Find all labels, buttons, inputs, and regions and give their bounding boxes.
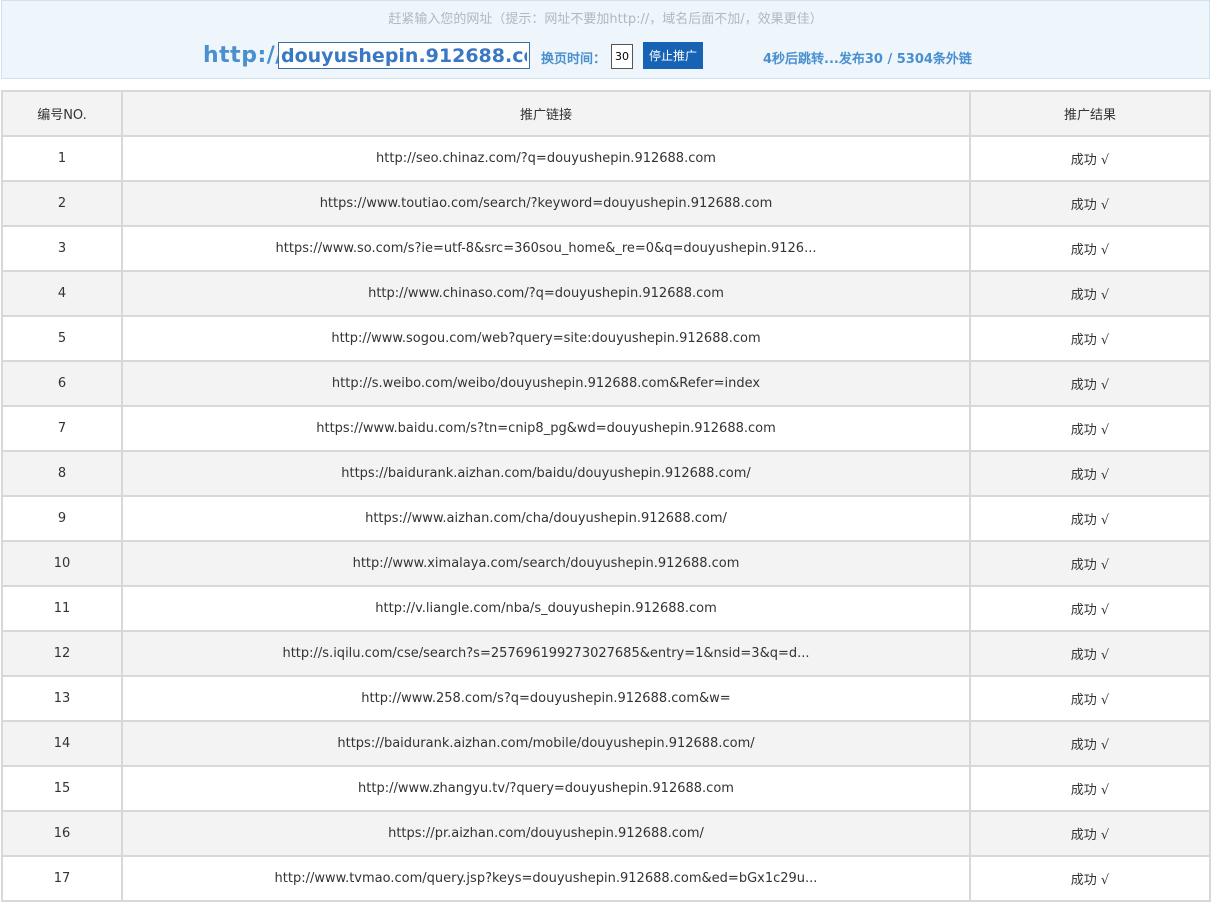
table-row: 10 http://www.ximalaya.com/search/douyush… — [1, 540, 1211, 587]
row-number-cell: 9 — [1, 495, 123, 542]
promotion-link-cell: https://baidurank.aizhan.com/mobile/douy… — [121, 720, 971, 767]
row-number-cell: 5 — [1, 315, 123, 362]
promotion-link-cell: https://pr.aizhan.com/douyushepin.912688… — [121, 810, 971, 857]
promotion-result-cell: 成功 √ — [969, 315, 1211, 362]
promotion-result-cell: 成功 √ — [969, 495, 1211, 542]
row-number-cell: 8 — [1, 450, 123, 497]
promotion-result-cell: 成功 √ — [969, 225, 1211, 272]
table-row: 15 http://www.zhangyu.tv/?query=douyushep… — [1, 765, 1211, 812]
promotion-result-cell: 成功 √ — [969, 405, 1211, 452]
row-number-cell: 12 — [1, 630, 123, 677]
table-row: 5 http://www.sogou.com/web?query=site:dou… — [1, 315, 1211, 362]
promotion-link-cell: http://www.chinaso.com/?q=douyushepin.91… — [121, 270, 971, 317]
promotion-result-cell: 成功 √ — [969, 540, 1211, 587]
row-number-cell: 11 — [1, 585, 123, 632]
promotion-link-cell: http://www.258.com/s?q=douyushepin.91268… — [121, 675, 971, 722]
row-number-cell: 16 — [1, 810, 123, 857]
column-header-result: 推广结果 — [969, 90, 1211, 137]
promotion-link-cell: https://www.toutiao.com/search/?keyword=… — [121, 180, 971, 227]
promotion-link-cell: https://baidurank.aizhan.com/baidu/douyu… — [121, 450, 971, 497]
header-panel: 赶紧输入您的网址（提示：网址不要加http://，域名后面不加/，效果更佳） h… — [1, 0, 1210, 79]
column-header-link: 推广链接 — [121, 90, 971, 137]
table-row: 14 https://baidurank.aizhan.com/mobile/do… — [1, 720, 1211, 767]
row-number-cell: 1 — [1, 135, 123, 182]
promotion-link-cell: http://www.ximalaya.com/search/douyushep… — [121, 540, 971, 587]
row-number-cell: 4 — [1, 270, 123, 317]
row-number-cell: 10 — [1, 540, 123, 587]
row-number-cell: 15 — [1, 765, 123, 812]
row-number-cell: 13 — [1, 675, 123, 722]
promotion-link-cell: https://www.so.com/s?ie=utf-8&src=360sou… — [121, 225, 971, 272]
row-number-cell: 2 — [1, 180, 123, 227]
promotion-result-cell: 成功 √ — [969, 630, 1211, 677]
promotion-link-cell: https://www.baidu.com/s?tn=cnip8_pg&wd=d… — [121, 405, 971, 452]
table-row: 3 https://www.so.com/s?ie=utf-8&src=360so… — [1, 225, 1211, 272]
table-row: 12 http://s.iqilu.com/cse/search?s=257696… — [1, 630, 1211, 677]
row-number-cell: 14 — [1, 720, 123, 767]
table-row: 7 https://www.baidu.com/s?tn=cnip8_pg&wd=… — [1, 405, 1211, 452]
promotion-link-cell: http://seo.chinaz.com/?q=douyushepin.912… — [121, 135, 971, 182]
promotion-result-cell: 成功 √ — [969, 270, 1211, 317]
promotion-link-cell: http://s.iqilu.com/cse/search?s=25769619… — [121, 630, 971, 677]
table-row: 4 http://www.chinaso.com/?q=douyushepin.9… — [1, 270, 1211, 317]
promotion-result-cell: 成功 √ — [969, 675, 1211, 722]
table-row: 9 https://www.aizhan.com/cha/douyushepin.… — [1, 495, 1211, 542]
promotion-result-cell: 成功 √ — [969, 135, 1211, 182]
promotion-result-cell: 成功 √ — [969, 180, 1211, 227]
row-number-cell: 17 — [1, 855, 123, 902]
promotion-link-cell: http://www.tvmao.com/query.jsp?keys=douy… — [121, 855, 971, 902]
url-prefix: http:// — [203, 43, 284, 68]
promotion-result-cell: 成功 √ — [969, 855, 1211, 902]
table-row: 2 https://www.toutiao.com/search/?keyword… — [1, 180, 1211, 227]
table-row: 13 http://www.258.com/s?q=douyushepin.912… — [1, 675, 1211, 722]
promotion-link-cell: https://www.aizhan.com/cha/douyushepin.9… — [121, 495, 971, 542]
table-row: 16 https://pr.aizhan.com/douyushepin.9126… — [1, 810, 1211, 857]
promotion-result-cell: 成功 √ — [969, 450, 1211, 497]
promotion-link-cell: http://www.sogou.com/web?query=site:douy… — [121, 315, 971, 362]
interval-label: 换页时间： — [541, 52, 607, 67]
table-row: 1 http://seo.chinaz.com/?q=douyushepin.91… — [1, 135, 1211, 182]
promotion-result-cell: 成功 √ — [969, 810, 1211, 857]
promotion-result-cell: 成功 √ — [969, 360, 1211, 407]
column-header-no: 编号NO. — [1, 90, 123, 137]
row-number-cell: 7 — [1, 405, 123, 452]
promotion-link-cell: http://v.liangle.com/nba/s_douyushepin.9… — [121, 585, 971, 632]
row-number-cell: 3 — [1, 225, 123, 272]
promotion-result-cell: 成功 √ — [969, 585, 1211, 632]
status-text: 4秒后跳转...发布30 / 5304条外链 — [763, 52, 972, 67]
promotion-link-cell: http://www.zhangyu.tv/?query=douyushepin… — [121, 765, 971, 812]
table-row: 17 http://www.tvmao.com/query.jsp?keys=do… — [1, 855, 1211, 902]
promotion-result-cell: 成功 √ — [969, 765, 1211, 812]
stop-promotion-button[interactable]: 停止推广 — [643, 42, 703, 69]
url-input[interactable] — [278, 42, 530, 69]
interval-input[interactable] — [611, 44, 633, 69]
row-number-cell: 6 — [1, 360, 123, 407]
promotion-link-cell: http://s.weibo.com/weibo/douyushepin.912… — [121, 360, 971, 407]
hint-text: 赶紧输入您的网址（提示：网址不要加http://，域名后面不加/，效果更佳） — [388, 12, 823, 27]
table-row: 6 http://s.weibo.com/weibo/douyushepin.91… — [1, 360, 1211, 407]
table-row: 11 http://v.liangle.com/nba/s_douyushepin… — [1, 585, 1211, 632]
promotion-table: 编号NO. 推广链接 推广结果 1 http://seo.chinaz.com/?… — [1, 90, 1211, 902]
table-header-row: 编号NO. 推广链接 推广结果 — [1, 90, 1211, 137]
table-row: 8 https://baidurank.aizhan.com/baidu/douy… — [1, 450, 1211, 497]
promotion-result-cell: 成功 √ — [969, 720, 1211, 767]
